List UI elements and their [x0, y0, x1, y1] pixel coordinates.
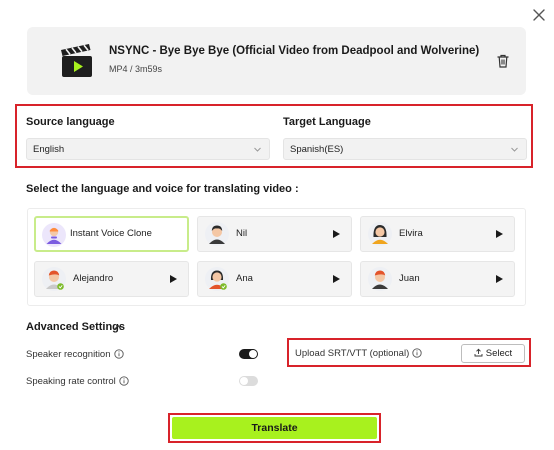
target-language-select[interactable]: Spanish(ES): [283, 138, 527, 160]
info-icon[interactable]: [119, 376, 129, 386]
chevron-down-icon: [511, 147, 518, 152]
voice-card-ana[interactable]: Ana: [197, 261, 352, 297]
speaker-recognition-label: Speaker recognition: [26, 349, 111, 360]
avatar-ana-icon: [205, 267, 229, 291]
speaking-rate-toggle[interactable]: [239, 376, 258, 386]
play-icon[interactable]: [331, 274, 341, 284]
select-button-label: Select: [485, 348, 513, 359]
source-language-label: Source language: [26, 116, 115, 128]
voice-name: Nil: [236, 228, 248, 239]
voice-name: Alejandro: [73, 273, 114, 284]
voice-card-juan[interactable]: Juan: [360, 261, 515, 297]
file-meta: MP4 / 3m59s: [109, 64, 163, 74]
file-title: NSYNC - Bye Bye Bye (Official Video from…: [109, 45, 480, 57]
video-file-icon: [61, 44, 92, 77]
voice-section-heading: Select the language and voice for transl…: [26, 183, 299, 195]
info-icon[interactable]: [113, 349, 124, 359]
voice-card-nil[interactable]: Nil: [197, 216, 352, 252]
voice-card-instant-voice-clone[interactable]: Instant Voice Clone: [34, 216, 189, 252]
close-icon: [533, 9, 545, 21]
play-icon[interactable]: [494, 274, 504, 284]
translate-button[interactable]: Translate: [172, 417, 377, 439]
toggle-knob: [240, 377, 248, 385]
upload-icon: [474, 348, 483, 357]
voice-card-alejandro[interactable]: Alejandro: [34, 261, 189, 297]
upload-subtitle-label: Upload SRT/VTT (optional): [295, 348, 410, 359]
trash-icon[interactable]: [495, 53, 511, 69]
close-button[interactable]: [530, 6, 548, 24]
advanced-settings-toggle[interactable]: Advanced Settings: [26, 321, 125, 333]
speaker-recognition-toggle[interactable]: [239, 349, 258, 359]
source-language-value: English: [33, 144, 65, 155]
avatar-juan-icon: [368, 267, 392, 291]
voice-name: Ana: [236, 273, 253, 284]
voice-name: Elvira: [399, 228, 423, 239]
avatar-alejandro-icon: [42, 267, 66, 291]
speaking-rate-row: Speaking rate control: [26, 376, 129, 387]
speaker-recognition-row: Speaker recognition: [26, 349, 124, 360]
play-icon[interactable]: [331, 229, 341, 239]
chevron-up-icon[interactable]: [113, 322, 123, 332]
avatar-nil-icon: [205, 222, 229, 246]
language-selection-box: Source language English Target Language …: [15, 104, 533, 168]
play-icon[interactable]: [494, 229, 504, 239]
toggle-knob: [249, 350, 257, 358]
voice-name: Juan: [399, 273, 420, 284]
info-icon[interactable]: [412, 348, 422, 358]
voice-name: Instant Voice Clone: [70, 228, 152, 239]
select-file-button[interactable]: Select: [461, 344, 525, 363]
chevron-down-icon: [254, 147, 261, 152]
target-language-label: Target Language: [283, 116, 371, 128]
upload-subtitle-row: Upload SRT/VTT (optional): [295, 348, 422, 359]
avatar-elvira-icon: [368, 222, 392, 246]
upload-subtitle-box: Upload SRT/VTT (optional) Select: [287, 338, 531, 367]
target-language-value: Spanish(ES): [290, 144, 344, 155]
voice-panel: Instant Voice Clone Nil Elvira Alejandro…: [27, 208, 526, 306]
speaking-rate-label: Speaking rate control: [26, 376, 116, 387]
file-card: NSYNC - Bye Bye Bye (Official Video from…: [27, 27, 526, 95]
voice-card-elvira[interactable]: Elvira: [360, 216, 515, 252]
source-language-select[interactable]: English: [26, 138, 270, 160]
translate-button-highlight: Translate: [168, 413, 381, 443]
play-icon[interactable]: [168, 274, 178, 284]
voice-clone-avatar-icon: [42, 223, 66, 247]
